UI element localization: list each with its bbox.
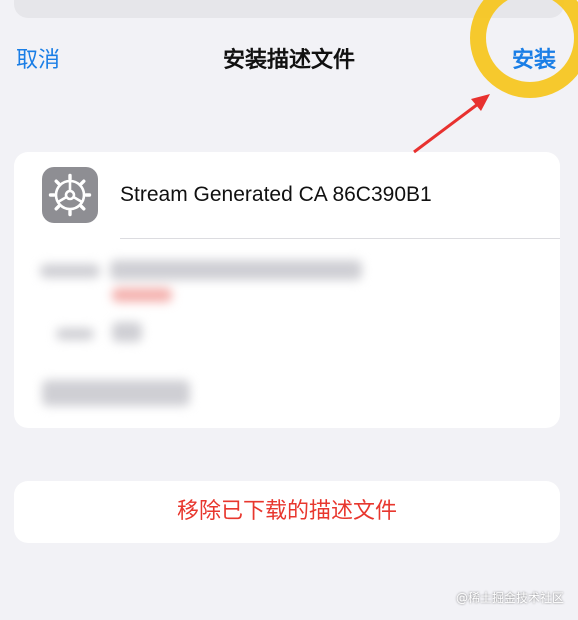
annotation-arrow (413, 94, 490, 154)
install-profile-sheet: 取消 安装描述文件 安装 Stream Generated CA 86C390B… (0, 0, 578, 620)
watermark: @稀土掘金技术社区 (455, 591, 564, 605)
install-button[interactable]: 安装 (512, 42, 556, 74)
